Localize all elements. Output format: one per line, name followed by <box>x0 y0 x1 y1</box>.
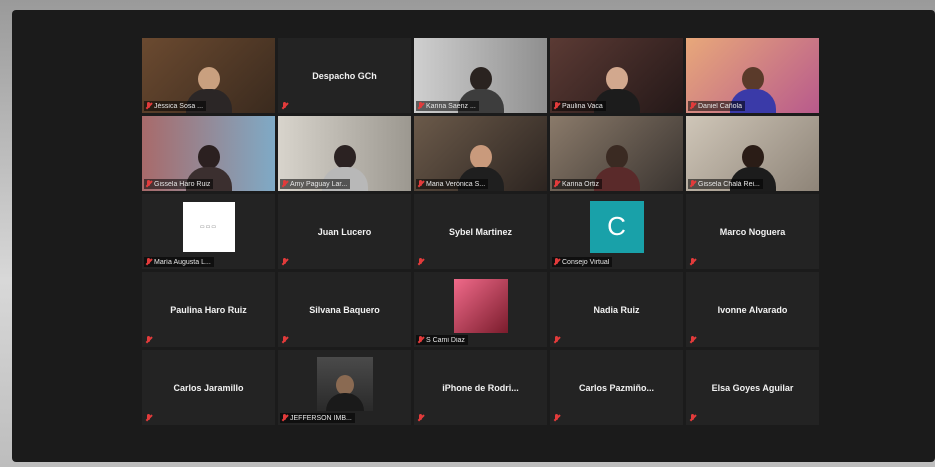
participant-tile[interactable]: Carlos Jaramillo <box>142 350 275 425</box>
participant-tile[interactable]: ▭▭▭ María Augusta L... <box>142 194 275 269</box>
participant-name: Marco Noguera <box>719 226 786 237</box>
participant-name: Consejo Virtual <box>562 258 610 266</box>
mic-muted-icon <box>689 180 696 188</box>
participant-name: Karina Ortiz <box>562 180 599 188</box>
participant-tile[interactable]: Daniel Cañola <box>686 38 819 113</box>
mic-muted-icon <box>553 414 560 422</box>
participant-tile[interactable]: Paulina Vaca <box>550 38 683 113</box>
profile-picture: ▭▭▭ <box>182 201 235 252</box>
participant-tile[interactable]: Nadia Ruiz <box>550 272 683 347</box>
participant-tile[interactable]: Silvana Baquero <box>278 272 411 347</box>
participant-label: Paulina Vaca <box>552 101 606 111</box>
participant-tile[interactable]: Juan Lucero <box>278 194 411 269</box>
participant-label: Jéssica Sosa ... <box>144 101 207 111</box>
participant-tile[interactable]: Elsa Goyes Aguilar <box>686 350 819 425</box>
participant-gallery: Jéssica Sosa ... Despacho GCh Karina Sae… <box>142 38 819 425</box>
participant-name: Juan Lucero <box>317 226 372 237</box>
participant-label: Consejo Virtual <box>552 257 613 267</box>
participant-name: Paulina Vaca <box>562 102 603 110</box>
participant-figure <box>325 374 364 411</box>
participant-name: Jéssica Sosa ... <box>154 102 204 110</box>
participant-label: Karina Saenz ... <box>416 101 479 111</box>
mic-muted-icon <box>417 102 424 110</box>
participant-name: María Augusta L... <box>154 258 211 266</box>
participant-label: Gissela Haro Ruiz <box>144 179 214 189</box>
participant-tile[interactable]: Despacho GCh <box>278 38 411 113</box>
mic-muted-icon <box>417 180 424 188</box>
mic-muted-icon <box>281 102 288 110</box>
participant-label: Karina Ortiz <box>552 179 602 189</box>
participant-name: JEFFERSON IMB... <box>290 414 352 422</box>
participant-name: Nadia Ruiz <box>593 304 640 315</box>
participant-tile[interactable]: Gissela Haro Ruiz <box>142 116 275 191</box>
participant-tile[interactable]: Paulina Haro Ruiz <box>142 272 275 347</box>
mic-muted-icon <box>417 258 424 266</box>
participant-tile[interactable]: Karina Ortiz <box>550 116 683 191</box>
participant-name: Carlos Pazmiño... <box>578 382 655 393</box>
participant-tile[interactable]: Ivonne Alvarado <box>686 272 819 347</box>
mic-muted-icon <box>553 336 560 344</box>
mic-muted-icon <box>417 336 424 344</box>
participant-label: S Cami Diaz <box>416 335 468 345</box>
participant-tile[interactable]: iPhone de Rodri... <box>414 350 547 425</box>
participant-tile[interactable]: C Consejo Virtual <box>550 194 683 269</box>
mic-muted-icon <box>553 180 560 188</box>
participant-tile[interactable]: Marco Noguera <box>686 194 819 269</box>
participant-name: iPhone de Rodri... <box>442 382 519 393</box>
participant-label: Maria Verónica S... <box>416 179 489 189</box>
participant-tile[interactable]: Jéssica Sosa ... <box>142 38 275 113</box>
participant-tile[interactable]: Amy Paguay Lar... <box>278 116 411 191</box>
mic-muted-icon <box>553 258 560 266</box>
participant-label: Gissela Chalá Rei... <box>688 179 763 189</box>
participant-tile[interactable]: JEFFERSON IMB... <box>278 350 411 425</box>
participant-name: S Cami Diaz <box>426 336 465 344</box>
participant-name: Paulina Haro Ruiz <box>170 304 247 315</box>
mic-muted-icon <box>689 336 696 344</box>
avatar-initial: C <box>589 200 644 253</box>
mic-muted-icon <box>553 102 560 110</box>
mic-muted-icon <box>281 180 288 188</box>
participant-tile-active-speaker[interactable]: Gissela Chalá Rei... <box>686 116 819 191</box>
participant-name: Ivonne Alvarado <box>717 304 788 315</box>
mic-muted-icon <box>417 414 424 422</box>
participant-tile[interactable]: Maria Verónica S... <box>414 116 547 191</box>
participant-tile[interactable]: Carlos Pazmiño... <box>550 350 683 425</box>
participant-name: Daniel Cañola <box>698 102 742 110</box>
participant-tile[interactable]: Sybel Martinez <box>414 194 547 269</box>
profile-picture <box>453 278 508 333</box>
logo-image: ▭▭▭ <box>199 223 218 230</box>
participant-name: Maria Verónica S... <box>426 180 486 188</box>
participant-name: Gissela Chalá Rei... <box>698 180 760 188</box>
mic-muted-icon <box>145 258 152 266</box>
mic-muted-icon <box>281 258 288 266</box>
mic-muted-icon <box>145 102 152 110</box>
participant-label: Daniel Cañola <box>688 101 745 111</box>
mic-muted-icon <box>689 258 696 266</box>
participant-name: Carlos Jaramillo <box>173 382 244 393</box>
participant-name: Amy Paguay Lar... <box>290 180 348 188</box>
participant-name: Elsa Goyes Aguilar <box>711 382 794 393</box>
participant-name: Gissela Haro Ruiz <box>154 180 211 188</box>
participant-label: Amy Paguay Lar... <box>280 179 351 189</box>
participant-tile[interactable]: Karina Saenz ... <box>414 38 547 113</box>
mic-muted-icon <box>689 414 696 422</box>
mic-muted-icon <box>145 180 152 188</box>
participant-name: Despacho GCh <box>312 70 377 81</box>
participant-tile[interactable]: S Cami Diaz <box>414 272 547 347</box>
participant-label: María Augusta L... <box>144 257 214 267</box>
mic-muted-icon <box>689 102 696 110</box>
meeting-screen: Jéssica Sosa ... Despacho GCh Karina Sae… <box>12 10 935 462</box>
mic-muted-icon <box>281 336 288 344</box>
mic-muted-icon <box>281 414 288 422</box>
profile-picture <box>316 356 373 411</box>
participant-name: Sybel Martinez <box>448 226 513 237</box>
participant-name: Karina Saenz ... <box>426 102 476 110</box>
participant-name: Silvana Baquero <box>309 304 380 315</box>
photo-background: Jéssica Sosa ... Despacho GCh Karina Sae… <box>0 0 935 467</box>
participant-label: JEFFERSON IMB... <box>280 413 355 423</box>
mic-muted-icon <box>145 414 152 422</box>
mic-muted-icon <box>145 336 152 344</box>
